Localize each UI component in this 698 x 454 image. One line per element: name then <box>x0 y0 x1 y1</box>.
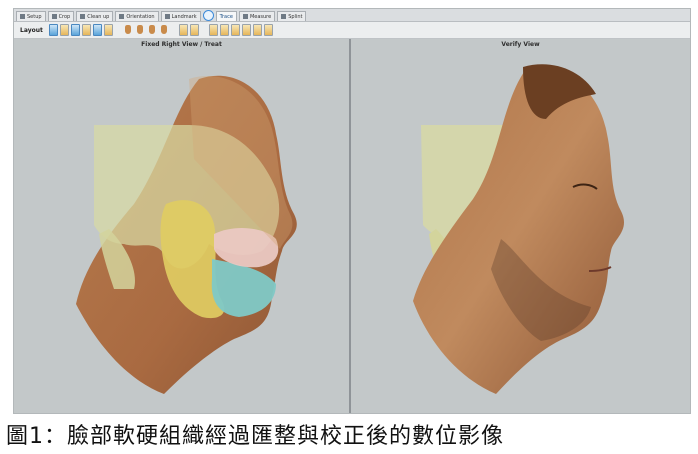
layout-two-view-button[interactable] <box>59 24 69 36</box>
toggle-bone-button[interactable] <box>178 24 188 36</box>
fixed-right-view-pane[interactable]: Fixed Right View / Treat <box>14 39 349 413</box>
treat-overlay-render <box>76 75 297 395</box>
verify-view-pane[interactable]: Verify View <box>351 39 690 413</box>
tab-label: Trace <box>219 13 233 20</box>
tab-label: Setup <box>27 13 42 20</box>
opacity-6-button[interactable] <box>263 24 273 36</box>
opacity-3-button[interactable] <box>230 24 240 36</box>
tab-measure[interactable]: Measure <box>238 11 276 21</box>
layout-single-view-button[interactable] <box>48 24 58 36</box>
tab-landmark[interactable]: Landmark <box>160 11 201 21</box>
orientation-icon <box>119 14 125 19</box>
opacity-5-button[interactable] <box>252 24 262 36</box>
view-left-head-icon[interactable] <box>147 24 157 36</box>
tab-label: Measure <box>249 13 272 20</box>
tab-label: Clean up <box>87 13 110 20</box>
tab-label: Crop <box>58 13 71 20</box>
toggle-skin-button[interactable] <box>189 24 199 36</box>
layout-toolbar: Layout <box>14 22 690 39</box>
view-front-head-icon[interactable] <box>123 24 133 36</box>
tab-label: Splint <box>288 13 303 20</box>
tab-trace[interactable]: Trace <box>215 11 237 21</box>
tab-setup[interactable]: Setup <box>16 11 46 21</box>
splint-icon <box>281 14 287 19</box>
crop-icon <box>51 14 57 19</box>
layout-stack-view-button[interactable] <box>103 24 113 36</box>
tab-crop[interactable]: Crop <box>47 11 75 21</box>
landmark-icon <box>164 14 170 19</box>
app-window: Setup Crop Clean up Orientation Landmark… <box>14 9 690 413</box>
layout-split-view-button[interactable] <box>70 24 80 36</box>
opacity-4-button[interactable] <box>241 24 251 36</box>
view-right-head-icon[interactable] <box>135 24 145 36</box>
tab-splint[interactable]: Splint <box>277 11 307 21</box>
tab-label: Landmark <box>171 13 197 20</box>
layout-quad-view-button[interactable] <box>81 24 91 36</box>
verify-face-render <box>413 64 625 394</box>
opacity-1-button[interactable] <box>208 24 218 36</box>
view-top-head-icon[interactable] <box>159 24 169 36</box>
layout-label: Layout <box>20 26 43 34</box>
figure-caption: 圖1：臉部軟硬組織經過匯整與校正後的數位影像 <box>6 424 504 449</box>
tab-label: Orientation <box>126 13 155 20</box>
viewport-area: Fixed Right View / Treat Verify View <box>14 39 690 413</box>
tab-bar: Setup Crop Clean up Orientation Landmark… <box>14 9 690 22</box>
setup-icon <box>20 14 25 19</box>
measure-icon <box>242 14 248 19</box>
clean-up-icon <box>80 14 86 19</box>
tab-clean-up[interactable]: Clean up <box>76 11 114 21</box>
tab-orientation[interactable]: Orientation <box>115 11 159 21</box>
highlight-circle-icon <box>202 10 214 21</box>
layout-compare-view-button[interactable] <box>92 24 102 36</box>
opacity-2-button[interactable] <box>219 24 229 36</box>
